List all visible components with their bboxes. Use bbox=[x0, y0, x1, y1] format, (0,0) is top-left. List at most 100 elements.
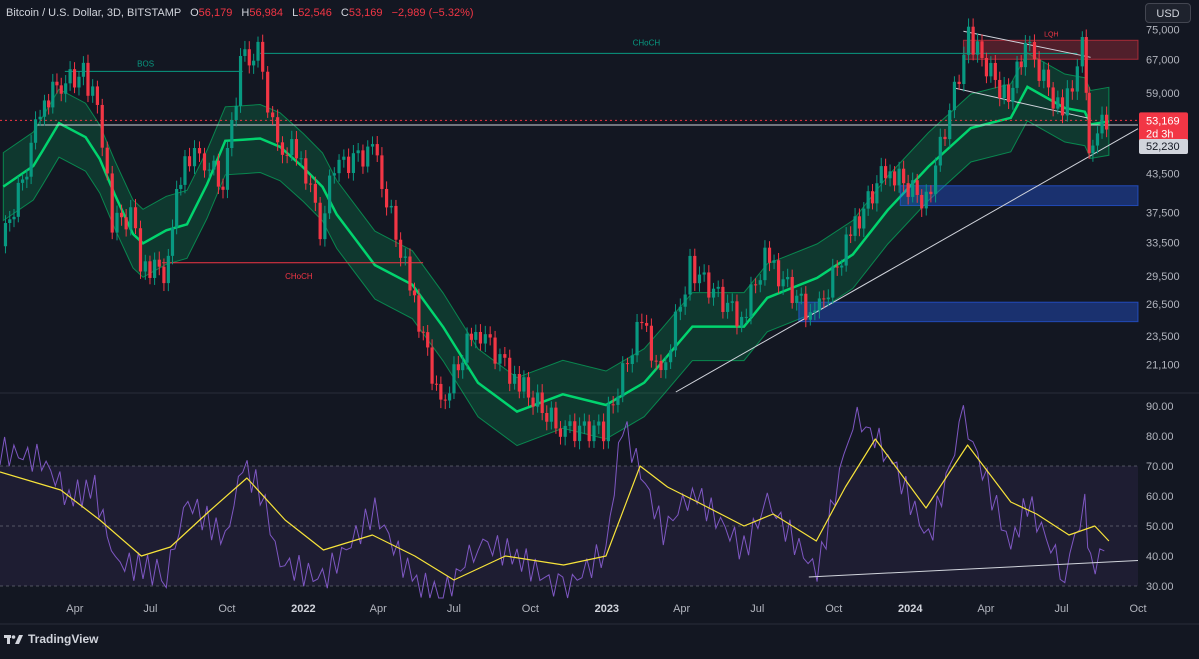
price-axis-tick-11: 21,100 bbox=[1146, 359, 1180, 371]
bos-label: BOS bbox=[137, 59, 154, 68]
candle bbox=[989, 56, 993, 83]
high-value: 56,984 bbox=[249, 7, 283, 19]
candle bbox=[247, 41, 251, 74]
candle-body bbox=[1011, 87, 1015, 102]
candle-body bbox=[375, 144, 379, 156]
candle-body bbox=[758, 280, 762, 285]
currency-button[interactable]: USD bbox=[1145, 3, 1191, 23]
rsi-axis-tick-2: 70.00 bbox=[1146, 461, 1174, 473]
candle bbox=[266, 66, 270, 118]
chart-canvas[interactable]: BOS CHoCH CHoCH LQH 75,000 67,000 59,000 43,500… bbox=[0, 0, 1199, 654]
candle-body bbox=[1019, 61, 1023, 68]
candle-body bbox=[197, 148, 202, 154]
candle-body bbox=[630, 355, 634, 364]
candle-body bbox=[59, 85, 63, 94]
candle-body bbox=[601, 421, 606, 442]
price-axis-tick-1: 67,000 bbox=[1146, 54, 1180, 66]
candle-body bbox=[366, 146, 370, 167]
candle bbox=[256, 36, 260, 68]
candle-body bbox=[503, 354, 507, 358]
candle bbox=[673, 304, 678, 357]
candle-body bbox=[526, 377, 531, 398]
candle bbox=[417, 288, 421, 338]
candle-body bbox=[929, 191, 933, 195]
candle-body bbox=[452, 364, 456, 394]
candle bbox=[110, 165, 114, 240]
candle bbox=[183, 149, 187, 194]
candle-body bbox=[86, 62, 90, 96]
candle-body bbox=[654, 360, 658, 362]
candle-body bbox=[1006, 84, 1011, 102]
candle-body bbox=[924, 191, 928, 209]
candle-body bbox=[91, 86, 95, 96]
candle bbox=[95, 80, 99, 114]
candle-body bbox=[621, 363, 625, 397]
rsi-axis-tick-1: 80.00 bbox=[1146, 431, 1174, 443]
candle-body bbox=[781, 279, 785, 287]
time-axis-tick-11: 2024 bbox=[898, 603, 923, 615]
candle-body bbox=[840, 265, 844, 268]
candle-body bbox=[906, 183, 910, 197]
candle-body bbox=[702, 272, 706, 275]
candle-body bbox=[42, 100, 47, 117]
candle bbox=[645, 314, 649, 333]
candle bbox=[327, 169, 332, 220]
candle-body bbox=[817, 298, 821, 311]
candle-body bbox=[261, 41, 265, 72]
candle bbox=[693, 248, 697, 291]
candle bbox=[380, 147, 384, 198]
candle-body bbox=[318, 202, 322, 240]
candle-body bbox=[308, 183, 313, 185]
candle-body bbox=[434, 383, 439, 385]
symbol-title: Bitcoin / U.S. Dollar, 3D, BITSTAMP bbox=[6, 7, 182, 19]
candle-body bbox=[831, 266, 835, 298]
candle-body bbox=[100, 104, 104, 148]
candle-body bbox=[1002, 84, 1006, 99]
choch-label-lower: CHoCH bbox=[285, 272, 313, 281]
candle-body bbox=[835, 266, 839, 268]
candle-body bbox=[138, 228, 143, 272]
time-axis-tick-0: Apr bbox=[66, 603, 83, 615]
candle-body bbox=[408, 256, 412, 291]
candle bbox=[16, 176, 20, 223]
time-axis-tick-12: Apr bbox=[977, 603, 994, 615]
candle-body bbox=[77, 76, 81, 88]
candle-body bbox=[866, 191, 870, 209]
choch-label-upper: CHoCH bbox=[633, 38, 661, 47]
candle-body bbox=[221, 186, 225, 190]
candle-body bbox=[72, 69, 77, 88]
time-axis-tick-6: Oct bbox=[522, 603, 539, 615]
candle-body bbox=[1095, 133, 1100, 146]
candle bbox=[394, 199, 398, 248]
price-axis-tick-5: 43,500 bbox=[1146, 168, 1180, 180]
candle-body bbox=[697, 274, 702, 284]
candle-body bbox=[412, 290, 417, 296]
candle-body bbox=[669, 350, 673, 363]
candle bbox=[1080, 31, 1084, 73]
candle-body bbox=[29, 142, 33, 177]
candle-body bbox=[822, 298, 826, 300]
candle-body bbox=[166, 255, 170, 284]
candle-body bbox=[157, 259, 161, 267]
candle-body bbox=[95, 86, 99, 105]
time-axis-tick-7: 2023 bbox=[595, 603, 619, 615]
trading-chart[interactable]: BOS CHoCH CHoCH LQH 75,000 67,000 59,000 43,500… bbox=[0, 0, 1199, 654]
candle bbox=[478, 324, 483, 351]
candle bbox=[649, 318, 653, 368]
candle-body bbox=[786, 276, 790, 280]
candle-body bbox=[879, 166, 883, 184]
candle-body bbox=[1075, 66, 1079, 92]
candle-body bbox=[474, 331, 478, 340]
rsi-axis-tick-3: 60.00 bbox=[1146, 491, 1174, 503]
candle-body bbox=[649, 325, 653, 361]
candle bbox=[238, 48, 243, 113]
candle bbox=[443, 394, 447, 410]
candle-body bbox=[531, 397, 535, 407]
candle-body bbox=[47, 100, 51, 108]
candle-body bbox=[478, 331, 483, 344]
candle bbox=[483, 325, 487, 353]
candle-body bbox=[678, 306, 682, 312]
candle-body bbox=[202, 153, 207, 171]
candle-body bbox=[55, 81, 59, 86]
candle bbox=[243, 40, 247, 62]
